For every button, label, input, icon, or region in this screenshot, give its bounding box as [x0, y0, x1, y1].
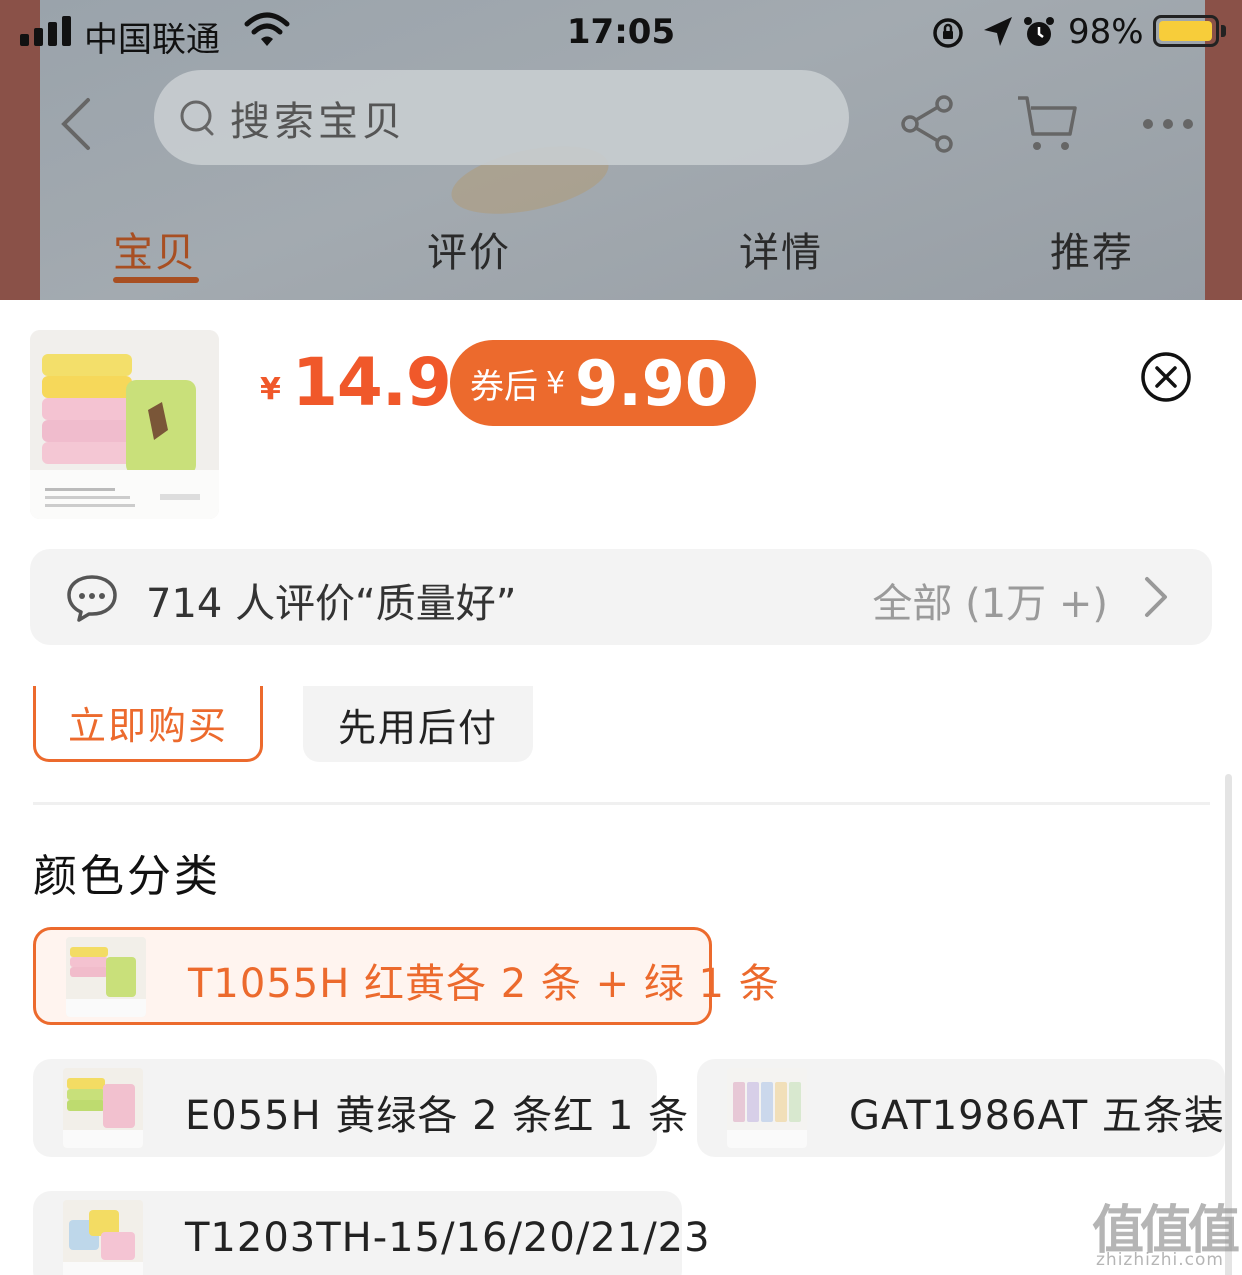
towel-product-image [30, 330, 219, 519]
review-all-link[interactable]: 全部 (1万 +) [872, 571, 1108, 629]
close-icon[interactable] [1140, 351, 1192, 403]
option-label: E055H 黄绿各 2 条红 1 条 [185, 1093, 690, 1139]
product-thumbnail[interactable] [30, 330, 219, 519]
buy-now-option[interactable]: 立即购买 [33, 686, 263, 762]
tab-item[interactable]: 宝贝 [113, 220, 197, 278]
chevron-right-icon [1145, 577, 1167, 617]
option-thumbnail [66, 937, 146, 1017]
color-option-e055h[interactable]: E055H 黄绿各 2 条红 1 条 [33, 1059, 688, 1157]
more-icon[interactable] [1138, 92, 1202, 156]
color-option-t1203th[interactable]: T1203TH-15/16/20/21/23 [33, 1191, 710, 1275]
color-option-t1055h[interactable]: T1055H 红黄各 2 条 + 绿 1 条 [33, 927, 779, 1025]
option-label: T1203TH-15/16/20/21/23 [185, 1215, 711, 1261]
option-label: T1055H 红黄各 2 条 + 绿 1 条 [188, 961, 780, 1007]
site-watermark-logo: 值值值 zhizhizhi.com [1092, 1188, 1240, 1273]
cart-icon[interactable] [1014, 92, 1078, 156]
tab-recommend[interactable]: 推荐 [1050, 220, 1134, 278]
coupon-price: 9.90 [575, 346, 729, 420]
location-icon [984, 17, 1012, 46]
battery-cap [1221, 25, 1226, 37]
pay-later-option[interactable]: 先用后付 [303, 686, 533, 762]
option-thumbnail [63, 1200, 143, 1275]
battery-level-fill [1159, 21, 1212, 41]
tab-reviews[interactable]: 评价 [427, 220, 511, 278]
coupon-currency: ¥ [546, 365, 566, 401]
chat-bubble-icon [67, 575, 117, 622]
alarm-icon [1024, 17, 1054, 46]
orientation-lock-icon [933, 18, 963, 48]
battery-icon [1153, 15, 1219, 47]
back-icon[interactable] [52, 94, 102, 154]
option-thumbnail [727, 1068, 807, 1148]
sku-selector-sheet: ¥ 14.9 券后 ¥ 9.90 714 人评价“质量好” 全部 (1万 +) … [0, 300, 1242, 1275]
status-bar: 中国联通 17:05 98% [0, 0, 1242, 64]
color-option-gat1986at[interactable]: GAT1986AT 五条装 [697, 1059, 1225, 1157]
tab-details[interactable]: 详情 [739, 220, 823, 278]
price-value: 14.9 [292, 344, 452, 421]
coupon-label: 券后 [470, 366, 538, 407]
color-section-title: 颜色分类 [33, 851, 221, 902]
price-currency: ¥ [260, 372, 281, 407]
share-icon[interactable] [896, 92, 960, 156]
review-summary-bar[interactable]: 714 人评价“质量好” 全部 (1万 +) [30, 549, 1212, 645]
option-label: GAT1986AT 五条装 [849, 1093, 1225, 1139]
option-thumbnail [63, 1068, 143, 1148]
coupon-price-badge: 券后 ¥ 9.90 [450, 340, 757, 426]
review-summary-text: 714 人评价“质量好” [146, 581, 517, 627]
search-placeholder: 搜索宝贝 [230, 98, 406, 145]
active-tab-indicator [113, 277, 199, 283]
search-input[interactable]: 搜索宝贝 [154, 70, 849, 165]
watermark-url: zhizhizhi.com [1096, 1250, 1224, 1270]
battery-percent: 98% [1068, 12, 1144, 52]
search-icon [180, 100, 214, 135]
section-divider [33, 802, 1210, 805]
